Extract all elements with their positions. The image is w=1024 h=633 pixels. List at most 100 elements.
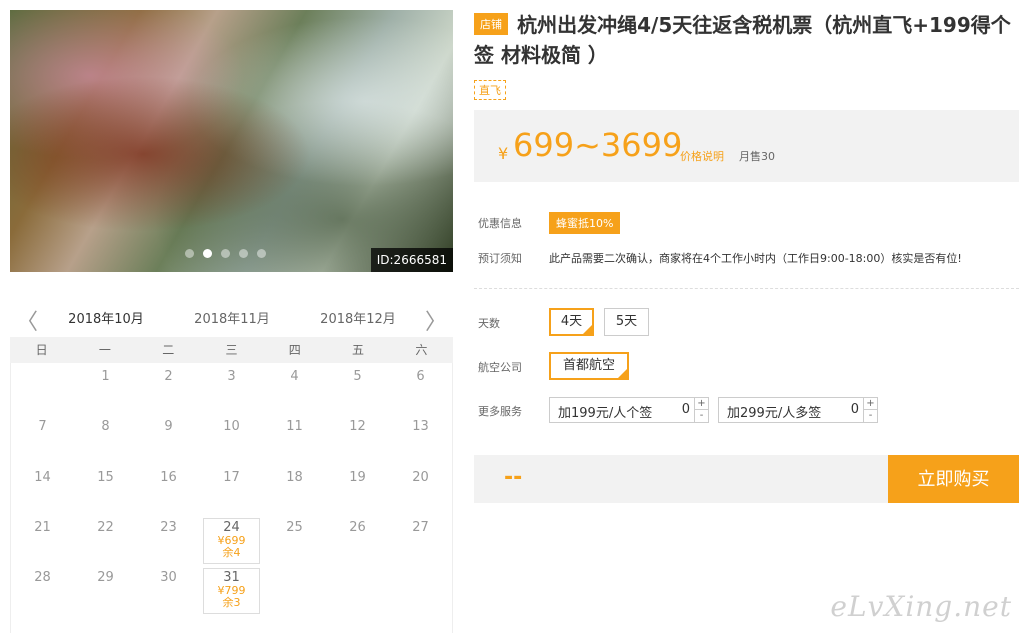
site-watermark: eLvXing.net	[830, 590, 1012, 623]
gallery-dot[interactable]	[203, 249, 212, 258]
day-number: 7	[38, 419, 47, 435]
day-number: 27	[412, 519, 429, 535]
direct-flight-tag: 直飞	[474, 80, 506, 100]
purchase-bar: --	[474, 455, 888, 503]
calendar-day[interactable]: 31 ¥799 余3	[200, 564, 263, 615]
day-number: 15	[97, 469, 114, 485]
month-tab-oct[interactable]: 2018年10月	[56, 308, 156, 340]
promo-label: 优惠信息	[478, 217, 522, 230]
buy-now-button[interactable]: 立即购买	[888, 455, 1019, 503]
day-number: 24	[223, 519, 240, 535]
price-panel: ¥ 699~3699 价格说明 月售30	[474, 110, 1019, 182]
gallery-dot[interactable]	[239, 249, 248, 258]
calendar-day: 1	[74, 363, 137, 413]
day-number: 10	[223, 419, 240, 435]
divider	[474, 288, 1019, 289]
day-number: 13	[412, 419, 429, 435]
calendar-day: 15	[74, 464, 137, 514]
services-label: 更多服务	[478, 405, 522, 418]
calendar-day: 30	[137, 564, 200, 614]
day-number: 1	[101, 369, 110, 384]
calendar-day: 25	[263, 514, 326, 564]
service-single-visa: 加199元/人个签 0 + -	[549, 397, 709, 423]
price-explain-link[interactable]: 价格说明	[680, 148, 724, 164]
weekday-label: 六	[415, 343, 428, 357]
airline-option-capital[interactable]: 首都航空	[549, 352, 629, 380]
calendar-month-nav: 〈 2018年10月 2018年11月 2018年12月 〉	[10, 300, 453, 340]
calendar-day: 4	[263, 363, 326, 413]
day-number: 11	[286, 419, 303, 435]
days-option-4[interactable]: 4天	[549, 308, 594, 336]
calendar-day: 21	[11, 514, 74, 564]
qty-decrement-button[interactable]: -	[694, 410, 708, 422]
day-number: 20	[412, 469, 429, 485]
calendar-day: 20	[389, 464, 452, 514]
weekday-label: 日	[35, 343, 48, 357]
calendar-day[interactable]: 24 ¥699 余4	[200, 514, 263, 565]
day-remaining: 余3	[222, 596, 241, 610]
product-image-gallery[interactable]: ID:2666581	[10, 10, 453, 272]
calendar-day: 29	[74, 564, 137, 614]
airline-label: 航空公司	[478, 361, 522, 374]
day-number: 28	[34, 570, 51, 586]
calendar-day: 8	[74, 413, 137, 463]
total-price: --	[504, 465, 523, 490]
calendar-weekday-header: 日一二三四五六	[10, 337, 453, 363]
monthly-sales: 月售30	[739, 150, 775, 163]
gallery-dot[interactable]	[221, 249, 230, 258]
service-qty[interactable]: 0	[682, 402, 690, 417]
product-id-badge: ID:2666581	[370, 248, 453, 272]
calendar-grid: 1 2 3 4 5 6 7 8 9 10 11 12 13 14 15 16 17 18 19 20 21 22 23 24 ¥…	[10, 363, 453, 633]
calendar-day: 2	[137, 363, 200, 413]
qty-decrement-button[interactable]: -	[863, 410, 877, 422]
shop-tag: 店铺	[474, 13, 508, 35]
day-remaining: 余4	[222, 545, 241, 559]
notice-label: 预订须知	[478, 252, 522, 265]
days-label: 天数	[478, 317, 500, 330]
calendar-day: 23	[137, 514, 200, 564]
calendar-day: 18	[263, 464, 326, 514]
calendar-day: 19	[326, 464, 389, 514]
calendar-day: 17	[200, 464, 263, 514]
calendar-day: 22	[74, 514, 137, 564]
service-qty[interactable]: 0	[851, 402, 859, 417]
day-number: 8	[101, 419, 110, 435]
weekday-label: 五	[352, 343, 365, 357]
month-tab-nov[interactable]: 2018年11月	[182, 308, 282, 327]
weekday-label: 二	[162, 343, 175, 357]
calendar-day: 16	[137, 464, 200, 514]
weekday-label: 一	[98, 343, 111, 357]
price-currency: ¥	[498, 144, 509, 163]
calendar-day: 12	[326, 413, 389, 463]
service-label: 加199元/人个签	[558, 406, 653, 421]
day-number: 16	[160, 469, 177, 485]
day-number: 14	[34, 469, 51, 485]
calendar-day: 28	[11, 564, 74, 614]
day-number: 19	[349, 469, 366, 485]
days-option-5[interactable]: 5天	[604, 308, 649, 336]
day-number: 26	[349, 519, 366, 535]
calendar-day: 27	[389, 514, 452, 564]
calendar-day: 7	[11, 413, 74, 463]
qty-increment-button[interactable]: +	[694, 398, 708, 410]
product-photo	[10, 10, 453, 272]
calendar-day: 5	[326, 363, 389, 413]
month-tab-dec[interactable]: 2018年12月	[308, 308, 408, 327]
calendar-day: 13	[389, 413, 452, 463]
price-range: 699~3699	[513, 126, 683, 164]
day-number: 21	[34, 519, 51, 535]
gallery-dot[interactable]	[257, 249, 266, 258]
qty-increment-button[interactable]: +	[863, 398, 877, 410]
calendar-day	[326, 564, 389, 614]
calendar-day: 3	[200, 363, 263, 413]
calendar-day: 10	[200, 413, 263, 463]
day-number: 25	[286, 519, 303, 535]
day-number: 2	[164, 369, 173, 384]
booking-notice: 此产品需要二次确认，商家将在4个工作小时内（工作日9:00-18:00）核实是否…	[549, 252, 962, 265]
prev-month-icon[interactable]: 〈	[16, 304, 38, 336]
gallery-dot[interactable]	[185, 249, 194, 258]
day-number: 18	[286, 469, 303, 485]
day-number: 3	[227, 369, 236, 384]
day-number: 9	[164, 419, 173, 435]
next-month-icon[interactable]: 〉	[425, 304, 447, 336]
